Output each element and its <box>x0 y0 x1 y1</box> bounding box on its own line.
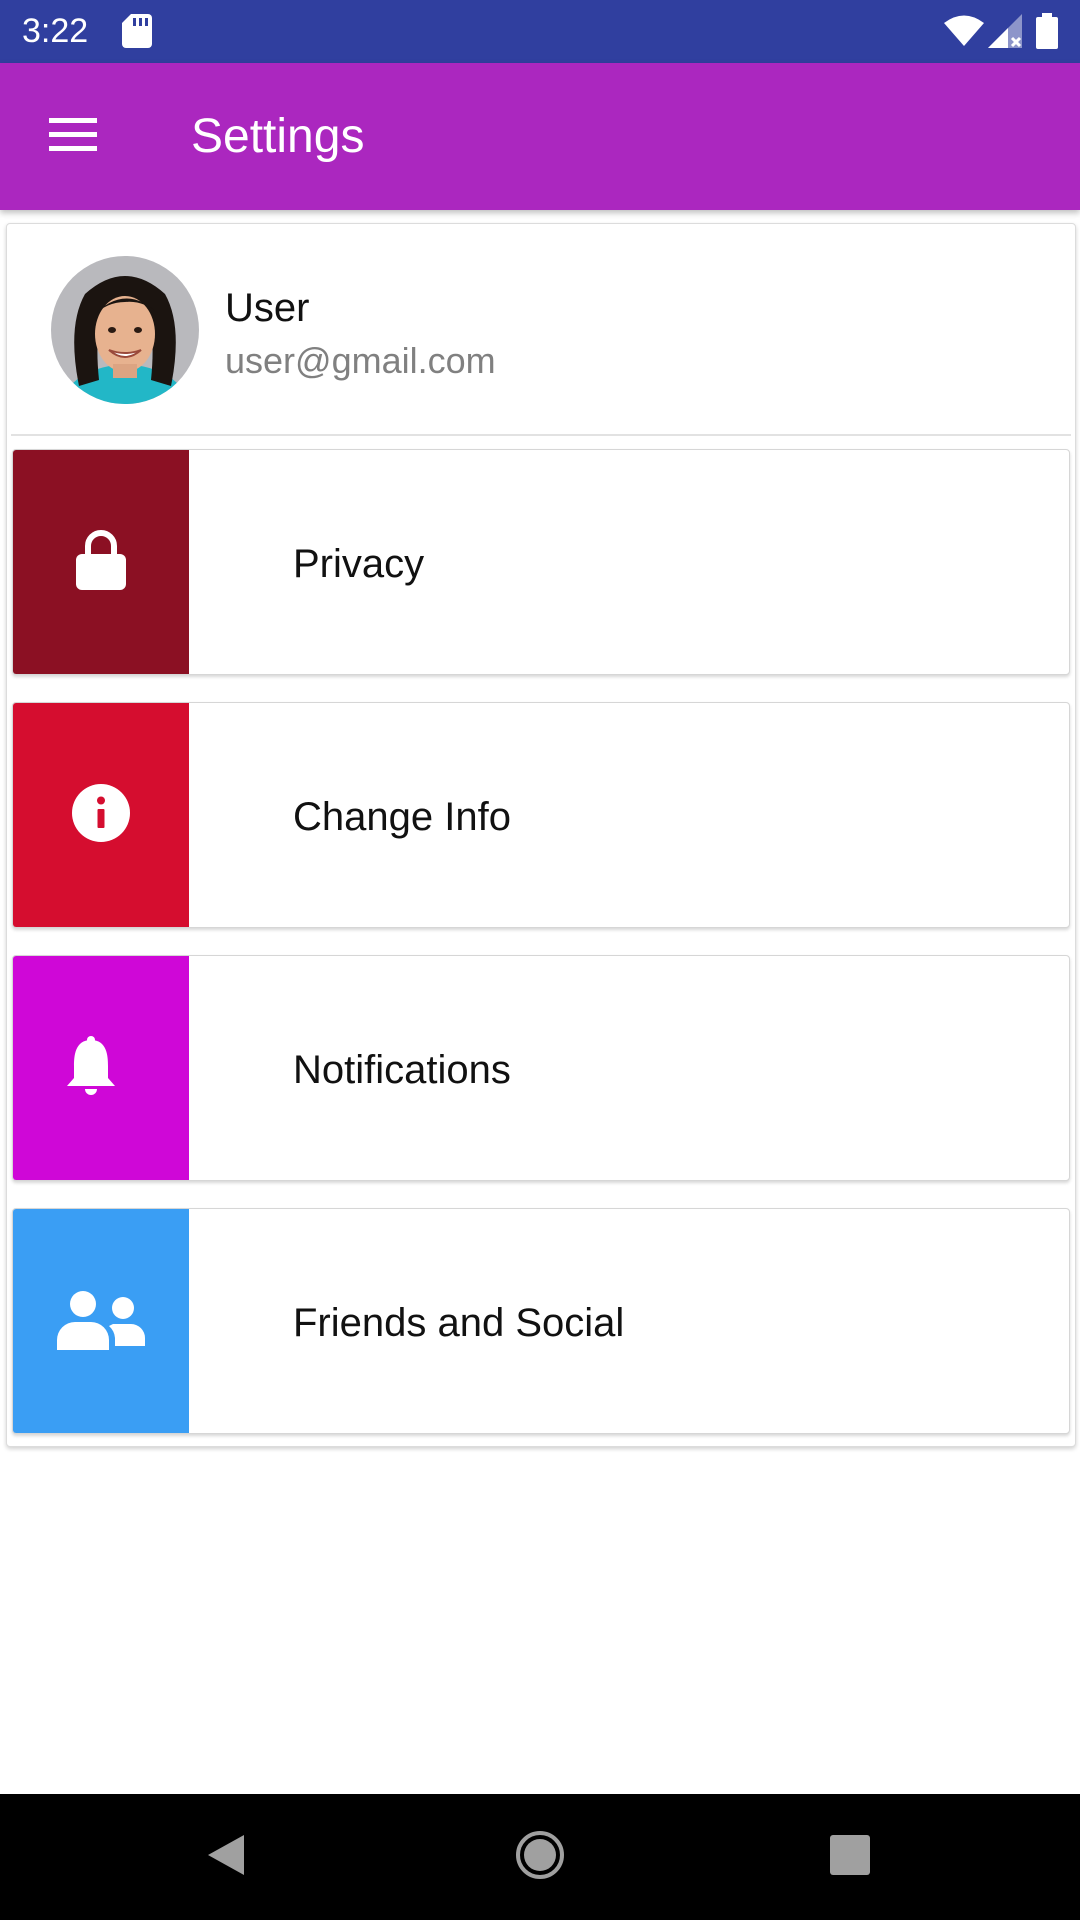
setting-friends-social[interactable]: Friends and Social <box>12 1208 1070 1434</box>
back-button[interactable] <box>186 1817 266 1897</box>
menu-button[interactable] <box>30 101 116 173</box>
page-title: Settings <box>191 110 365 163</box>
menu-icon <box>49 117 97 158</box>
setting-privacy[interactable]: Privacy <box>12 449 1070 675</box>
battery-icon <box>1036 13 1058 54</box>
sd-card-icon <box>122 14 152 53</box>
signal-icon <box>988 14 1022 53</box>
avatar[interactable] <box>51 256 199 404</box>
setting-label: Friends and Social <box>293 1301 625 1345</box>
setting-label: Change Info <box>293 795 511 839</box>
notifications-icon-tile <box>13 956 189 1180</box>
friends-social-icon-tile <box>13 1209 189 1433</box>
profile-name: User <box>225 286 310 330</box>
setting-label: Privacy <box>293 542 425 586</box>
wifi-icon <box>944 14 984 51</box>
recents-button[interactable] <box>810 1817 890 1897</box>
settings-card: User user@gmail.com Privacy Change Info … <box>6 223 1076 1447</box>
profile-header[interactable]: User user@gmail.com <box>7 224 1075 434</box>
profile-email: user@gmail.com <box>225 340 496 381</box>
navigation-bar <box>0 1794 1080 1920</box>
back-icon <box>204 1831 248 1884</box>
home-icon <box>515 1830 565 1885</box>
info-icon <box>72 783 130 847</box>
status-bar: 3:22 <box>0 0 1080 63</box>
status-time: 3:22 <box>22 12 89 50</box>
setting-label: Notifications <box>293 1048 511 1092</box>
setting-notifications[interactable]: Notifications <box>12 955 1070 1181</box>
lock-icon <box>74 528 128 597</box>
change-info-icon-tile <box>13 703 189 927</box>
setting-change-info[interactable]: Change Info <box>12 702 1070 928</box>
home-button[interactable] <box>500 1817 580 1897</box>
people-icon <box>57 1288 145 1355</box>
privacy-icon-tile <box>13 450 189 674</box>
bell-icon <box>65 1035 117 1101</box>
app-bar: Settings <box>0 63 1080 210</box>
divider <box>11 434 1071 436</box>
recents-icon <box>829 1834 871 1881</box>
